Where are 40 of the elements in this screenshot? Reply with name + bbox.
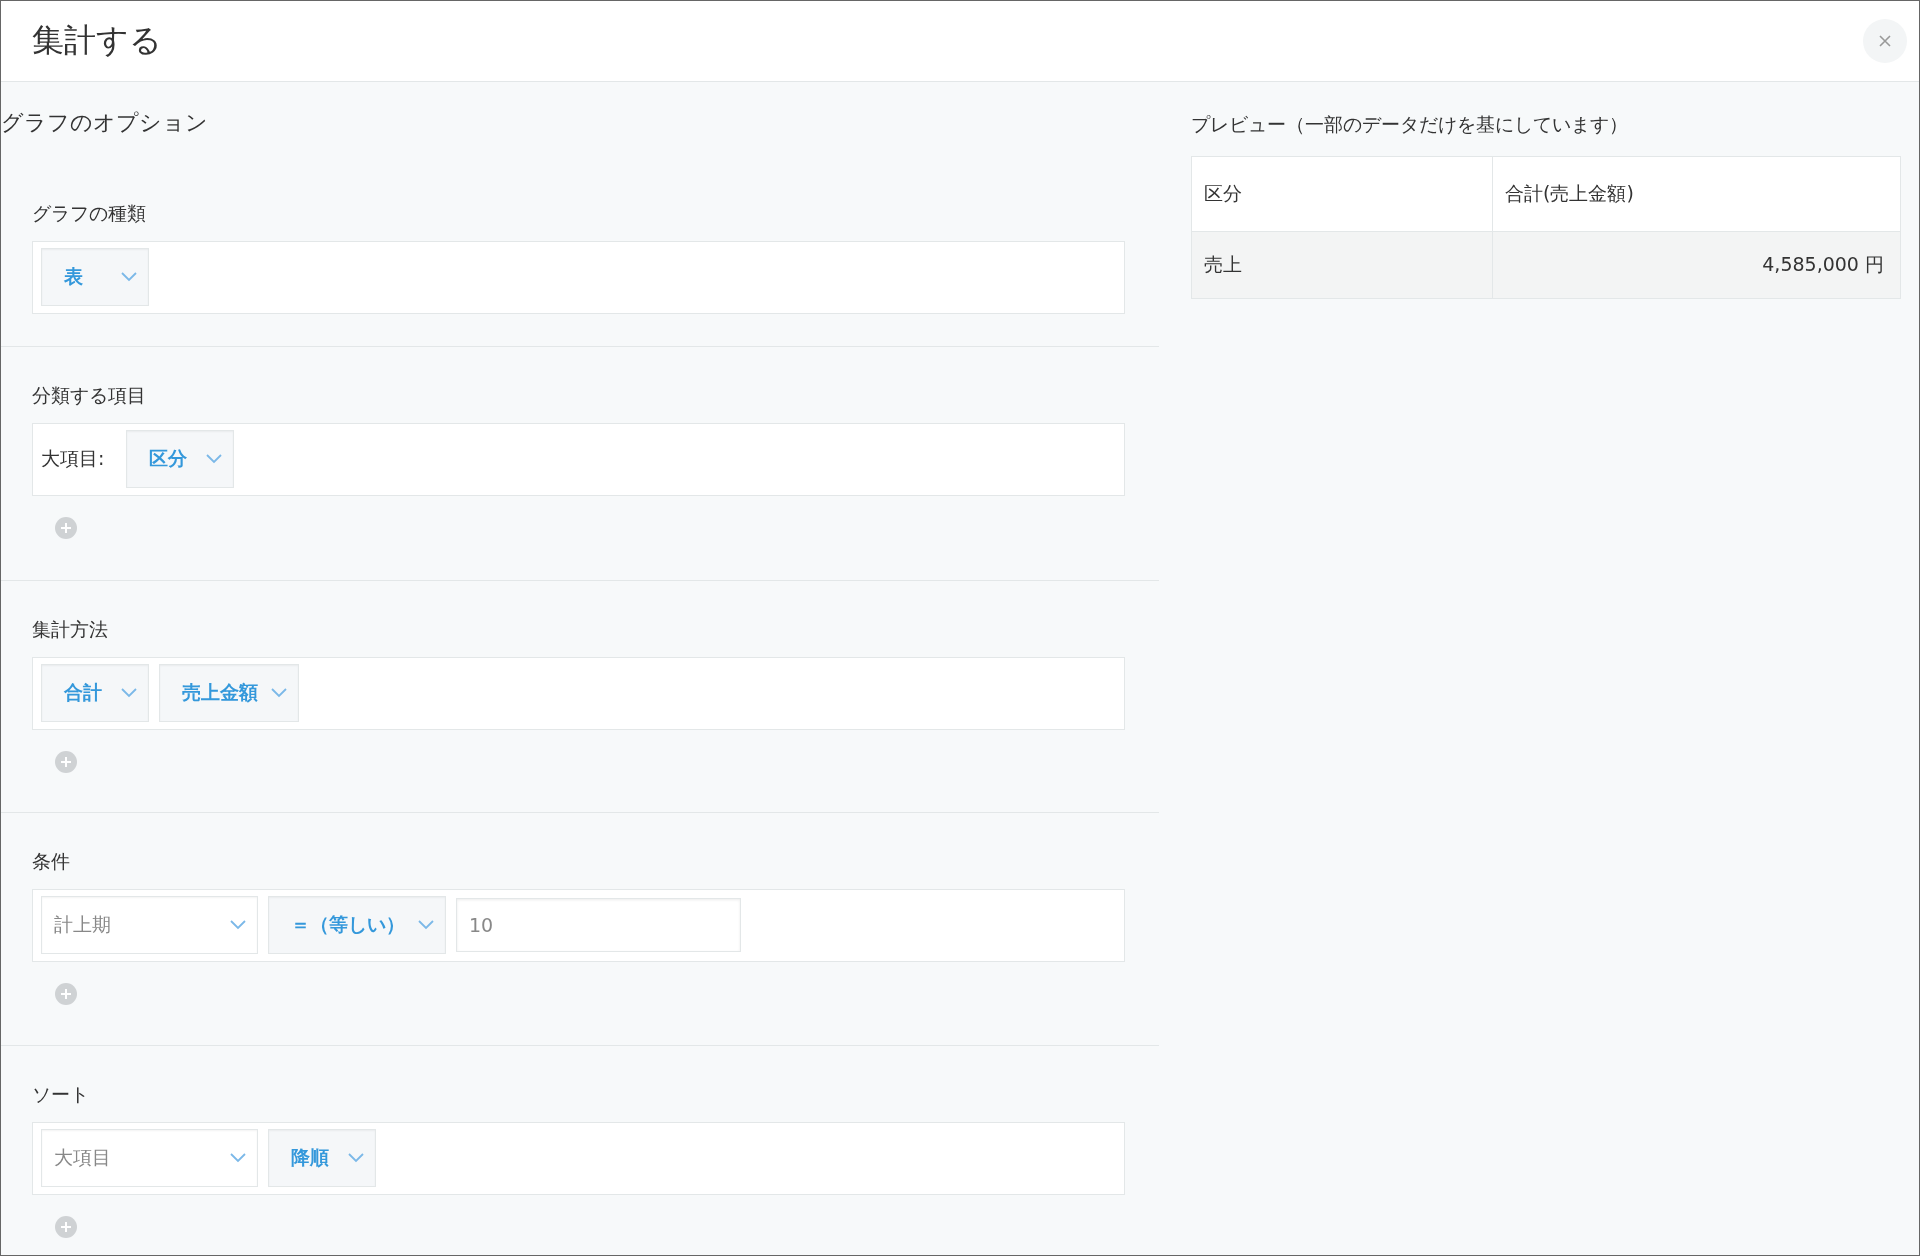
section-heading: グラフのオプション	[1, 110, 208, 135]
chevron-down-icon	[229, 1152, 247, 1165]
dropdown[interactable]: 表	[41, 248, 149, 307]
close-icon	[1879, 35, 1891, 47]
dropdown[interactable]: 計上期	[41, 896, 258, 955]
add-button[interactable]	[54, 515, 78, 540]
dropdown[interactable]: 売上金額	[159, 664, 299, 723]
close-button[interactable]	[1863, 19, 1907, 63]
section-label: グラフの種類	[32, 201, 146, 224]
table-cell: 4,585,000 円	[1492, 231, 1901, 299]
chevron-down-icon	[229, 919, 247, 932]
value-field[interactable]: 10	[456, 898, 741, 953]
dropdown[interactable]: 降順	[268, 1129, 376, 1188]
plus-circle-icon	[54, 1214, 78, 1239]
dropdown[interactable]: 区分	[126, 430, 235, 489]
section-label: 集計方法	[32, 617, 108, 640]
section-label: 分類する項目	[32, 383, 146, 406]
chevron-down-icon	[270, 687, 288, 700]
dropdown[interactable]: 大項目	[41, 1129, 258, 1188]
add-button[interactable]	[54, 1214, 78, 1239]
dialog-title: 集計する	[32, 20, 162, 61]
chevron-down-icon	[120, 687, 138, 700]
column-header: 区分	[1191, 156, 1493, 232]
chevron-down-icon	[347, 1152, 365, 1165]
plus-circle-icon	[54, 515, 78, 540]
section-label: ソート	[32, 1082, 89, 1105]
plus-circle-icon	[54, 981, 78, 1006]
chevron-down-icon	[120, 271, 138, 284]
preview-title: プレビュー（一部のデータだけを基にしています）	[1191, 113, 1628, 135]
dropdown[interactable]: 合計	[41, 664, 149, 723]
field-label: 大項目:	[41, 446, 105, 472]
chevron-down-icon	[205, 453, 224, 466]
dropdown[interactable]: ＝（等しい）	[268, 896, 446, 955]
add-button[interactable]	[54, 749, 78, 774]
plus-circle-icon	[54, 749, 78, 774]
column-header: 合計(売上金額)	[1492, 156, 1901, 232]
add-button[interactable]	[54, 981, 78, 1006]
chevron-down-icon	[417, 919, 435, 932]
section-label: 条件	[32, 849, 70, 872]
table-cell: 売上	[1191, 231, 1493, 299]
